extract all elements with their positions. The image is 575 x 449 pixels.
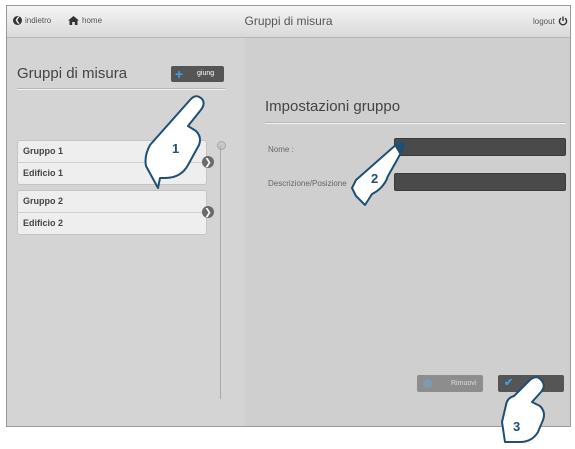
pointing-hand-icon: 1 <box>144 95 205 189</box>
callout-number-3: 3 <box>513 419 520 434</box>
callout-number-2: 2 <box>371 171 378 186</box>
callout-overlay: 1 2 3 <box>144 95 545 443</box>
pointing-hand-icon: 3 <box>501 376 545 443</box>
callout-number-1: 1 <box>172 141 179 156</box>
pointing-hand-icon: 2 <box>351 141 405 206</box>
